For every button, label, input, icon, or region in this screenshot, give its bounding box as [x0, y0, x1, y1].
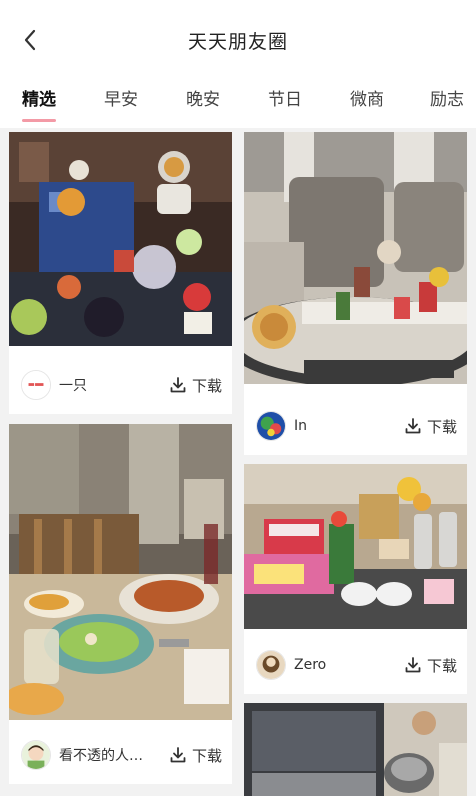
- post-photo[interactable]: [9, 424, 232, 720]
- avatar[interactable]: [256, 411, 286, 441]
- page-title: 天天朋友圈: [187, 31, 288, 53]
- post-meta: In 下载: [244, 397, 467, 455]
- avatar[interactable]: [256, 650, 286, 680]
- post-feed: 一只 下载 In 下载 看不透的人… 下载 Zero 下载: [0, 128, 476, 796]
- download-button[interactable]: 下载: [404, 655, 457, 676]
- download-icon: [405, 657, 421, 673]
- post-photo[interactable]: [9, 132, 232, 346]
- avatar[interactable]: [21, 740, 51, 770]
- tab-weishang[interactable]: 微商: [350, 78, 384, 128]
- download-label: 下载: [426, 656, 457, 675]
- download-icon: [170, 747, 186, 763]
- tab-jieri[interactable]: 节日: [268, 78, 302, 128]
- download-button[interactable]: 下载: [404, 416, 457, 437]
- post-meta: 看不透的人… 下载: [9, 726, 232, 784]
- download-button[interactable]: 下载: [169, 745, 222, 766]
- tab-lizhi[interactable]: 励志: [430, 78, 464, 128]
- download-label: 下载: [191, 746, 222, 765]
- tab-wanan[interactable]: 晚安: [186, 78, 220, 128]
- category-tabs: 精选 早安 晚安 节日 微商 励志: [0, 78, 476, 128]
- post-photo[interactable]: [244, 132, 467, 384]
- post-card[interactable]: 看不透的人… 下载: [9, 424, 232, 784]
- download-label: 下载: [191, 376, 222, 395]
- tab-zaoan[interactable]: 早安: [104, 78, 138, 128]
- post-card[interactable]: [244, 703, 467, 796]
- app-header: 天天朋友圈: [0, 0, 476, 78]
- username[interactable]: 一只: [59, 375, 169, 395]
- post-meta: 一只 下载: [9, 356, 232, 414]
- avatar[interactable]: [21, 370, 51, 400]
- post-card[interactable]: In 下载: [244, 132, 467, 455]
- download-icon: [170, 377, 186, 393]
- download-icon: [405, 418, 421, 434]
- post-photo[interactable]: [244, 703, 467, 796]
- download-label: 下载: [426, 417, 457, 436]
- post-photo[interactable]: [244, 464, 467, 629]
- post-card[interactable]: Zero 下载: [244, 464, 467, 694]
- post-card[interactable]: 一只 下载: [9, 132, 232, 414]
- tab-jingxuan[interactable]: 精选: [22, 78, 56, 128]
- username[interactable]: Zero: [294, 657, 404, 673]
- username[interactable]: In: [294, 418, 404, 434]
- post-meta: Zero 下载: [244, 636, 467, 694]
- download-button[interactable]: 下载: [169, 375, 222, 396]
- username[interactable]: 看不透的人…: [59, 745, 169, 765]
